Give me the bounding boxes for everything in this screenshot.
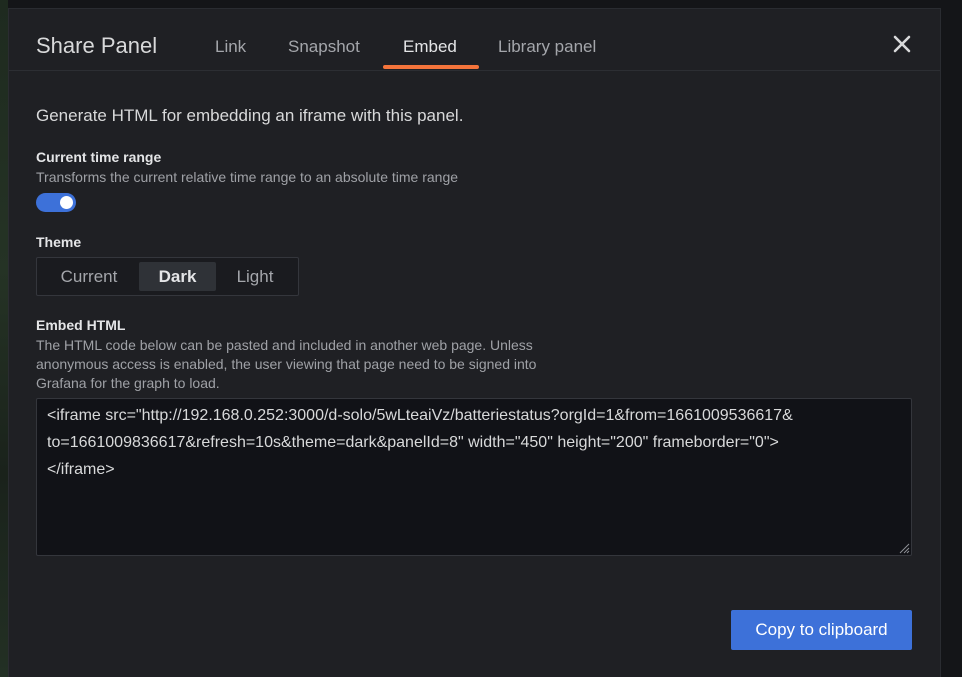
modal-title: Share Panel (36, 33, 158, 58)
embed-intro-text: Generate HTML for embedding an iframe wi… (36, 106, 464, 125)
embed-html-label: Embed HTML (36, 317, 126, 333)
background-dashboard-edge (0, 0, 8, 677)
close-button[interactable] (891, 33, 913, 55)
active-tab-indicator (383, 65, 479, 69)
theme-label: Theme (36, 234, 82, 250)
resize-handle-icon[interactable] (898, 542, 910, 554)
time-range-toggle[interactable] (36, 193, 76, 212)
theme-option-light[interactable]: Light (218, 262, 292, 291)
tab-library-panel[interactable]: Library panel (498, 36, 596, 58)
tab-link[interactable]: Link (215, 36, 246, 58)
embed-html-description-line-1: The HTML code below can be pasted and in… (36, 337, 533, 353)
tab-embed[interactable]: Embed (403, 36, 457, 58)
embed-html-description-line-3: Grafana for the graph to load. (36, 375, 220, 391)
tab-snapshot[interactable]: Snapshot (288, 36, 360, 58)
close-icon (893, 35, 911, 53)
theme-selector: Current Dark Light (36, 257, 299, 296)
time-range-description: Transforms the current relative time ran… (36, 169, 459, 185)
share-panel-modal: Share Panel Link Snapshot Embed Library … (8, 8, 941, 677)
theme-option-dark[interactable]: Dark (139, 262, 216, 291)
theme-option-current[interactable]: Current (41, 262, 137, 291)
modal-header: Share Panel Link Snapshot Embed Library … (9, 9, 940, 71)
embed-html-description-line-2: anonymous access is enabled, the user vi… (36, 356, 537, 372)
time-range-label: Current time range (36, 149, 162, 165)
toggle-knob (60, 196, 73, 209)
copy-to-clipboard-button[interactable]: Copy to clipboard (731, 610, 912, 650)
embed-html-textarea[interactable]: <iframe src="http://192.168.0.252:3000/d… (36, 398, 912, 556)
